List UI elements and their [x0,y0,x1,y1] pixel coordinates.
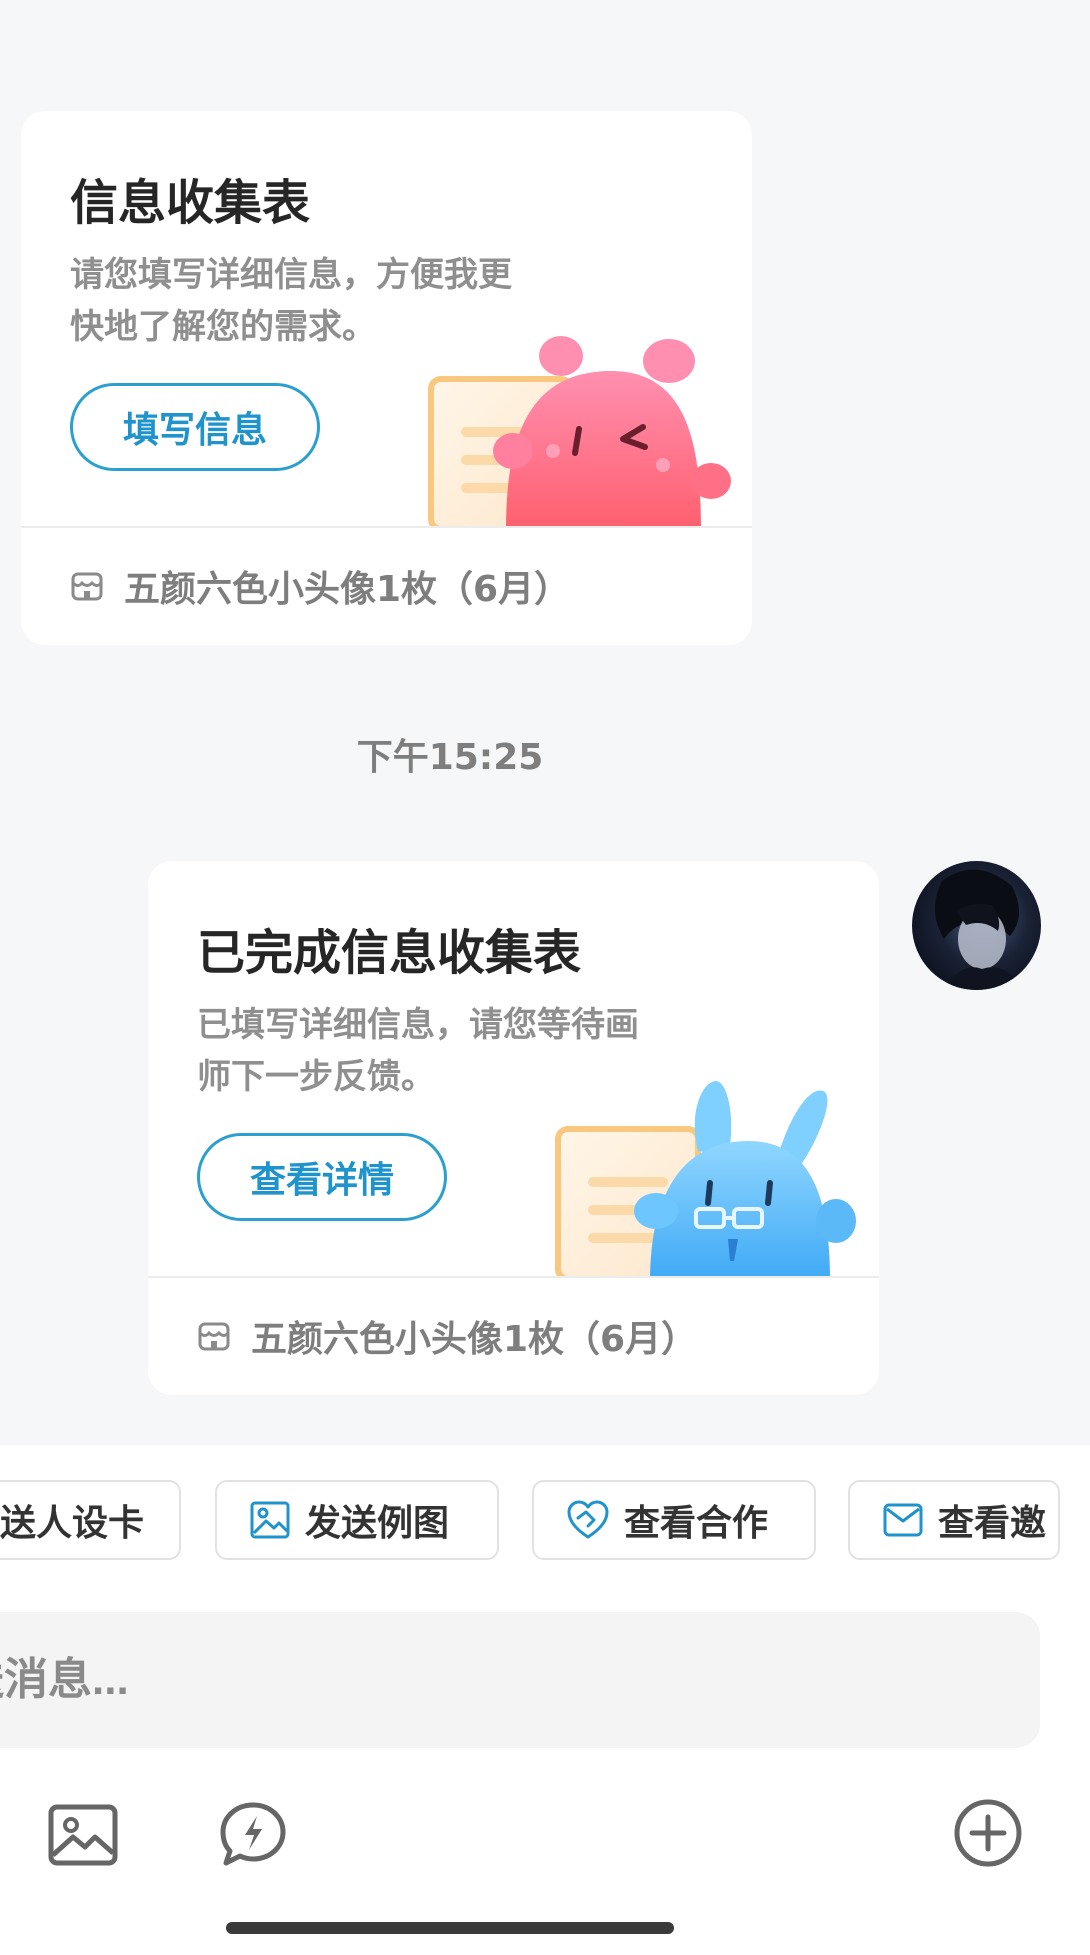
shop-icon [71,572,103,601]
handshake-heart-icon [567,1500,609,1539]
quick-actions-bar: 送人设卡 发送例图 查看合作 查看邀 [0,1445,1090,1585]
card-footer[interactable]: 五颜六色小头像1枚（6月） [70,551,570,621]
chip-label: 送人设卡 [0,1503,145,1544]
mail-icon [883,1503,923,1537]
fill-info-button[interactable]: 填写信息 [70,383,320,471]
plus-circle-icon[interactable] [952,1797,1024,1869]
message-timestamp: 下午15:25 [356,737,544,778]
info-form-card[interactable]: 信息收集表 请您填写详细信息，方便我更快地了解您的需求。 填写信息 五颜六色小头… [21,111,752,645]
composer [0,1585,1090,1955]
image-icon [250,1501,290,1539]
chip-label: 查看邀 [938,1503,1047,1544]
card-divider [21,526,752,528]
chip-label: 查看合作 [624,1503,769,1544]
card-divider [148,1276,879,1278]
avatar-portrait-icon [934,869,1022,990]
blue-rabbit-mascot-icon [555,1081,856,1277]
lightning-chat-icon[interactable] [218,1800,288,1870]
product-name: 五颜六色小头像1枚（6月） [124,569,571,610]
completed-form-card[interactable]: 已完成信息收集表 已填写详细信息，请您等待画师下一步反馈。 查看详情 五颜六色小… [148,861,879,1395]
message-input-wrap [0,1585,1090,1785]
send-character-card-button[interactable]: 送人设卡 [0,1480,181,1560]
view-details-button[interactable]: 查看详情 [197,1133,447,1221]
view-cooperation-button[interactable]: 查看合作 [532,1480,816,1560]
shop-icon [198,1322,230,1351]
message-input[interactable] [0,1612,1040,1748]
card-footer[interactable]: 五颜六色小头像1枚（6月） [197,1301,697,1371]
card-title: 已完成信息收集表 [197,925,582,981]
view-invitation-button[interactable]: 查看邀 [848,1480,1060,1560]
card-title: 信息收集表 [70,175,311,231]
chip-label: 发送例图 [305,1503,450,1544]
user-avatar[interactable] [912,861,1041,990]
send-example-image-button[interactable]: 发送例图 [215,1480,499,1560]
home-indicator [226,1922,674,1934]
image-icon[interactable] [47,1803,119,1867]
product-name: 五颜六色小头像1枚（6月） [251,1319,698,1360]
pink-mascot-icon [428,336,731,527]
